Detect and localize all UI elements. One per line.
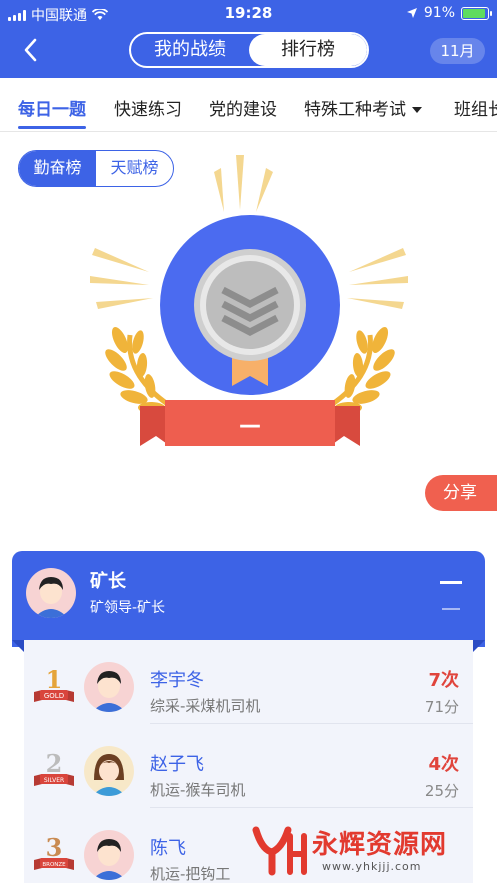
player-dept: 机运-把钩工 (150, 865, 231, 883)
tab-special-exam[interactable]: 特殊工种考试 (304, 95, 422, 120)
avatar (84, 662, 134, 712)
location-arrow-icon (406, 8, 417, 18)
watermark-title: 永辉资源网 (312, 830, 448, 860)
segment-leaderboard[interactable]: 排行榜 (249, 34, 367, 66)
watermark-logo-icon (252, 826, 307, 876)
svg-text:BRONZE: BRONZE (42, 862, 66, 868)
medal-illustration: — (90, 155, 408, 446)
my-rank-placeholder (440, 581, 462, 584)
ranking-row[interactable]: GOLD 1 李宇冬 综采-采煤机司机 7次 71分 (24, 640, 473, 724)
ranking-row[interactable]: SILVER 2 赵子飞 机运-猴车司机 4次 25分 (24, 724, 473, 808)
view-switch: 我的战绩 排行榜 (129, 32, 369, 68)
battery-icon (461, 6, 492, 20)
app-header: 中国联通 19:28 91% 我的战绩 排行榜 11月 (0, 0, 497, 78)
attempt-count: 7次 (428, 670, 459, 691)
category-tabs: 每日一题 快速练习 党的建设 特殊工种考试 班组长 (0, 78, 497, 132)
back-arrow-icon[interactable] (18, 36, 44, 64)
my-score-placeholder (442, 608, 460, 610)
silver-rank-badge-icon: SILVER 2 (34, 749, 74, 786)
gold-rank-badge-icon: GOLD 1 (34, 665, 74, 702)
svg-text:1: 1 (46, 665, 63, 694)
share-button[interactable]: 分享 (425, 475, 497, 511)
my-role: 矿领导-矿长 (90, 600, 166, 616)
dropdown-caret-icon (412, 107, 422, 113)
avatar (84, 746, 134, 796)
status-bar: 中国联通 19:28 91% (0, 0, 497, 26)
tab-team-leader[interactable]: 班组长 (454, 95, 497, 120)
tab-party-building[interactable]: 党的建设 (209, 95, 277, 120)
score-value: 25分 (424, 782, 459, 800)
bronze-rank-badge-icon: BRONZE 3 (34, 833, 74, 870)
banner-rank-text: — (239, 413, 261, 438)
player-dept: 机运-猴车司机 (150, 781, 246, 799)
active-tab-indicator (18, 126, 86, 129)
player-dept: 综采-采煤机司机 (150, 697, 261, 715)
avatar (84, 830, 134, 880)
watermark-url: www.yhkjjj.com (322, 860, 422, 873)
svg-text:SILVER: SILVER (44, 777, 64, 784)
avatar (26, 568, 76, 618)
score-value: 71分 (424, 698, 459, 716)
my-rank-card: 矿长 矿领导-矿长 (12, 551, 485, 647)
battery-percent: 91% (423, 5, 455, 21)
attempt-count: 4次 (428, 754, 459, 775)
my-name: 矿长 (90, 571, 126, 592)
player-name: 李宇冬 (150, 670, 204, 691)
svg-text:3: 3 (46, 833, 63, 862)
month-selector[interactable]: 11月 (430, 38, 485, 64)
player-name: 陈飞 (150, 838, 186, 859)
player-name: 赵子飞 (150, 754, 204, 775)
tab-daily-question[interactable]: 每日一题 (18, 95, 86, 120)
segment-my-record[interactable]: 我的战绩 (131, 34, 249, 66)
tab-quick-practice[interactable]: 快速练习 (114, 95, 182, 120)
site-watermark: 永辉资源网 www.yhkjjj.com (250, 822, 490, 878)
svg-text:2: 2 (46, 749, 63, 778)
